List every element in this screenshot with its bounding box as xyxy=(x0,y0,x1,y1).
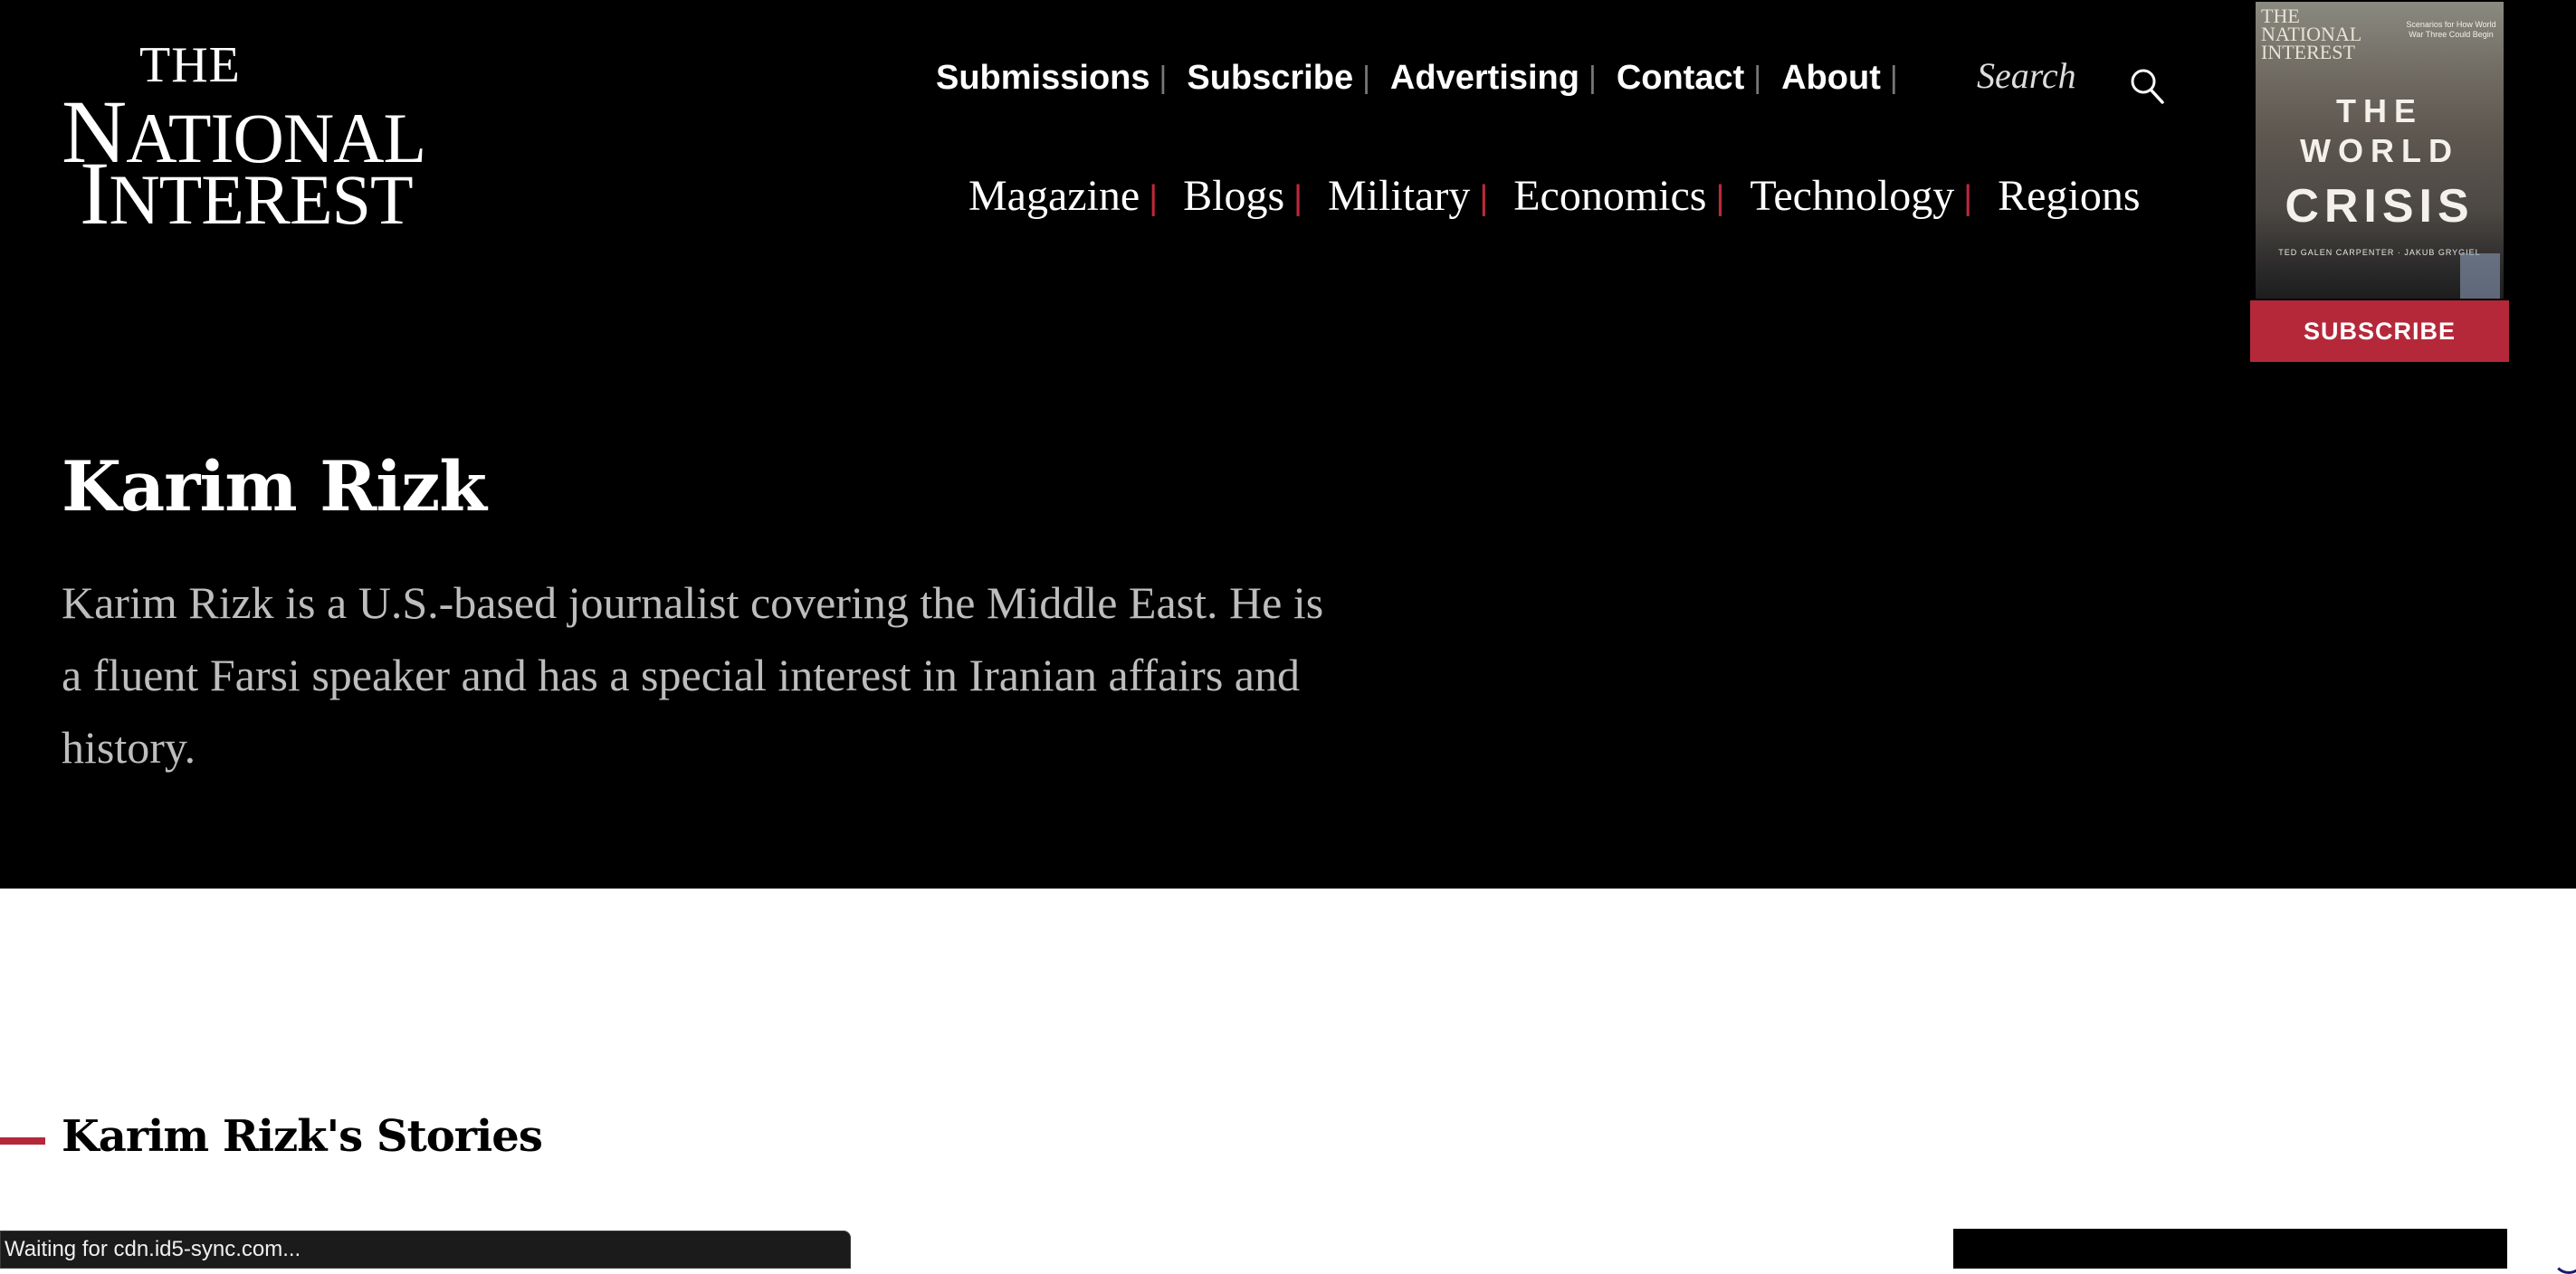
nav-blogs[interactable]: Blogs xyxy=(1183,171,1284,221)
cover-blurb: Scenarios for How World War Three Could … xyxy=(2406,20,2496,40)
loading-spinner-icon xyxy=(2552,1241,2576,1274)
search-icon[interactable] xyxy=(2129,67,2165,105)
nav-military[interactable]: Military xyxy=(1328,171,1470,221)
nav-separator: | xyxy=(1588,60,1597,95)
cover-masthead: THE NATIONAL INTEREST xyxy=(2261,6,2361,63)
nav-separator: | xyxy=(1715,178,1725,217)
nav-separator: | xyxy=(1963,178,1973,217)
logo-the: THE xyxy=(139,37,241,93)
cover-title-line: THE xyxy=(2336,92,2423,129)
cover-title-line: WORLD xyxy=(2300,132,2459,169)
logo-interest-initial: I xyxy=(80,143,110,243)
sidebar-ad-box xyxy=(1953,1229,2507,1269)
section-accent-bar xyxy=(0,1137,45,1145)
magazine-cover-image[interactable]: THE NATIONAL INTEREST Scenarios for How … xyxy=(2256,2,2504,299)
logo-interest: INTEREST xyxy=(80,148,414,239)
utility-nav: Submissions | Subscribe | Advertising | … xyxy=(936,51,1918,105)
cover-figure xyxy=(2460,253,2500,299)
nav-separator: | xyxy=(1149,178,1159,217)
nav-about[interactable]: About xyxy=(1781,59,1881,98)
nav-submissions[interactable]: Submissions xyxy=(936,59,1150,98)
search-input[interactable]: Search xyxy=(1977,54,2076,97)
subscribe-button[interactable]: SUBSCRIBE xyxy=(2250,300,2509,362)
nav-contact[interactable]: Contact xyxy=(1617,59,1744,98)
browser-status-bar: Waiting for cdn.id5-sync.com... xyxy=(0,1231,851,1269)
cover-masthead-line: INTEREST xyxy=(2261,40,2355,63)
site-header: THE NATIONAL INTEREST Submissions | Subs… xyxy=(0,0,2576,889)
author-bio: Karim Rizk is a U.S.-based journalist co… xyxy=(62,577,1324,773)
nav-advertising[interactable]: Advertising xyxy=(1390,59,1579,98)
nav-magazine[interactable]: Magazine xyxy=(968,171,1140,221)
nav-separator: | xyxy=(1159,60,1168,95)
site-logo[interactable]: THE NATIONAL INTEREST xyxy=(62,37,426,239)
stories-heading: Karim Rizk's Stories xyxy=(62,1111,543,1162)
nav-separator: | xyxy=(1479,178,1489,217)
author-name: Karim Rizk xyxy=(62,446,487,527)
nav-separator: | xyxy=(1293,178,1303,217)
nav-regions[interactable]: Regions xyxy=(1998,171,2140,221)
nav-economics[interactable]: Economics xyxy=(1513,171,1706,221)
main-nav: Magazine | Blogs | Military | Economics … xyxy=(968,168,2141,223)
cover-title-line: CRISIS xyxy=(2285,180,2475,233)
nav-separator: | xyxy=(1889,60,1898,95)
nav-subscribe[interactable]: Subscribe xyxy=(1187,59,1353,98)
logo-interest-rest: NTEREST xyxy=(109,160,413,239)
status-text: Waiting for cdn.id5-sync.com... xyxy=(5,1237,301,1261)
nav-technology[interactable]: Technology xyxy=(1750,171,1954,221)
nav-separator: | xyxy=(1362,60,1370,95)
nav-separator: | xyxy=(1753,60,1762,95)
